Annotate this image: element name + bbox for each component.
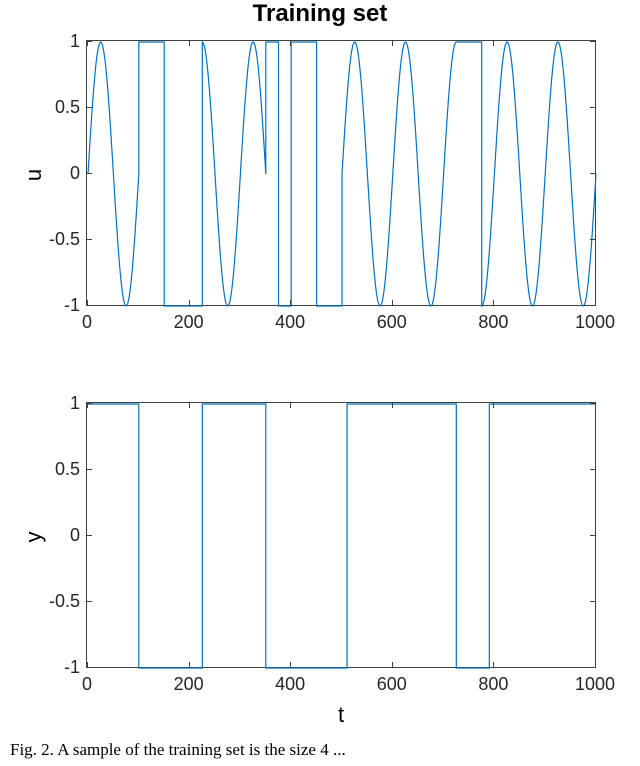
ytick-label: 0: [28, 525, 80, 546]
ytick-label: 1: [28, 31, 80, 52]
xtick-label: 600: [362, 674, 422, 695]
xtick-label: 800: [463, 312, 523, 333]
xtick-label: 0: [57, 312, 117, 333]
plot-u-axes: [86, 40, 596, 306]
xlabel-t: t: [86, 702, 596, 728]
xtick-label: 0: [57, 674, 117, 695]
xtick-label: 800: [463, 674, 523, 695]
xtick-label: 1000: [565, 312, 625, 333]
ytick-label: 0.5: [28, 459, 80, 480]
ytick-label: 0: [28, 163, 80, 184]
plot-u-trace: [87, 41, 597, 307]
ytick-label: 0.5: [28, 97, 80, 118]
ytick-label: -0.5: [28, 591, 80, 612]
figure-caption: Fig. 2. A sample of the training set is …: [10, 740, 346, 760]
xtick-label: 400: [260, 312, 320, 333]
ytick-label: -0.5: [28, 229, 80, 250]
xtick-label: 600: [362, 312, 422, 333]
ytick-label: 1: [28, 393, 80, 414]
figure-title: Training set: [0, 0, 640, 28]
xtick-label: 400: [260, 674, 320, 695]
xtick-label: 200: [159, 312, 219, 333]
xtick-label: 1000: [565, 674, 625, 695]
plot-y-axes: [86, 402, 596, 668]
plot-y-trace: [87, 403, 597, 669]
xtick-label: 200: [159, 674, 219, 695]
